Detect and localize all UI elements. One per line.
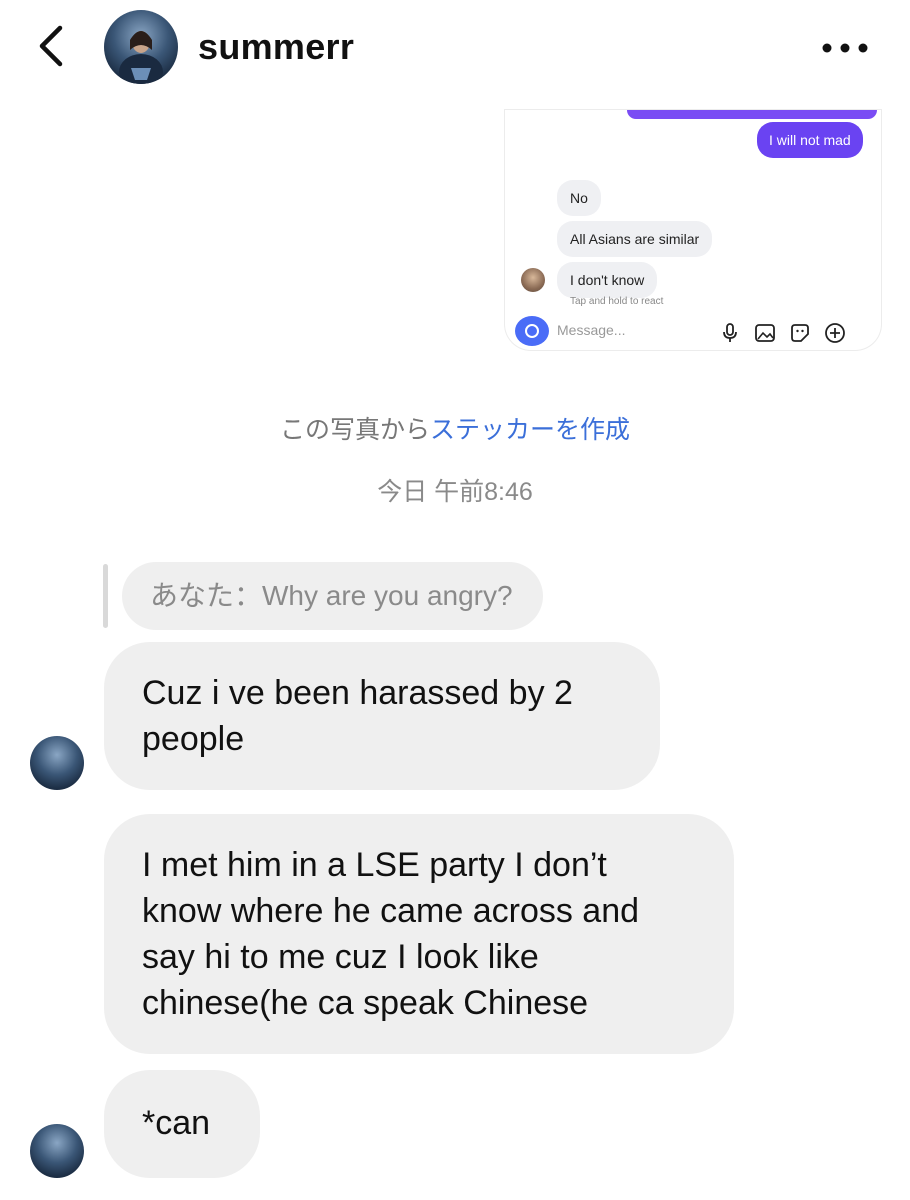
screenshot-avatar: [521, 268, 545, 292]
message-line: chinese(he ca speak Chinese: [142, 984, 589, 1022]
message-line: I met him in a LSE party I don’t: [142, 846, 607, 884]
chat-header: summerr: [0, 0, 910, 100]
create-sticker-prompt: この写真からステッカーを作成: [0, 410, 910, 446]
avatar[interactable]: [104, 10, 178, 84]
image-icon: [755, 324, 775, 342]
screenshot-sent-bubble: I will not mad: [757, 122, 863, 158]
message-line: people: [142, 720, 245, 758]
plus-circle-icon: [825, 323, 845, 343]
reply-quote-bar: [103, 564, 108, 628]
sticker-icon: [791, 324, 809, 342]
camera-icon: [515, 316, 549, 346]
more-horizontal-icon[interactable]: [820, 38, 870, 58]
message-line: say hi to me cuz I look like: [142, 938, 539, 976]
message-line: know where he came across and: [142, 892, 640, 930]
shared-screenshot-image[interactable]: I will not mad No All Asians are similar…: [505, 110, 881, 350]
received-message-bubble[interactable]: I met him in a LSE party I don’t know wh…: [104, 814, 734, 1054]
chat-username[interactable]: summerr: [198, 26, 354, 68]
sticker-prompt-prefix: この写真から: [279, 416, 430, 444]
message-line: Cuz i ve been harassed by 2: [142, 674, 573, 712]
create-sticker-link[interactable]: ステッカーを作成: [430, 416, 630, 444]
screenshot-react-hint: Tap and hold to react: [570, 296, 664, 307]
received-message-bubble[interactable]: Cuz i ve been harassed by 2 people: [104, 642, 660, 790]
avatar-photo: [119, 31, 163, 84]
previous-sent-bubble-edge: [627, 110, 877, 119]
reply-quote[interactable]: あなた：Why are you angry?: [122, 562, 543, 630]
message-line: *can: [142, 1104, 211, 1142]
chevron-left-icon[interactable]: [30, 22, 74, 70]
sender-avatar[interactable]: [30, 1124, 84, 1178]
microphone-icon: [723, 323, 737, 342]
message-timestamp: 今日 午前8:46: [377, 478, 533, 506]
screenshot-received-bubble: I don't know: [557, 262, 658, 298]
screenshot-received-bubble: All Asians are similar: [557, 221, 713, 257]
screenshot-message-placeholder: Message...: [557, 322, 626, 338]
sender-avatar[interactable]: [30, 736, 84, 790]
screenshot-received-bubble: No: [557, 180, 601, 216]
received-message-bubble[interactable]: *can: [104, 1070, 260, 1178]
